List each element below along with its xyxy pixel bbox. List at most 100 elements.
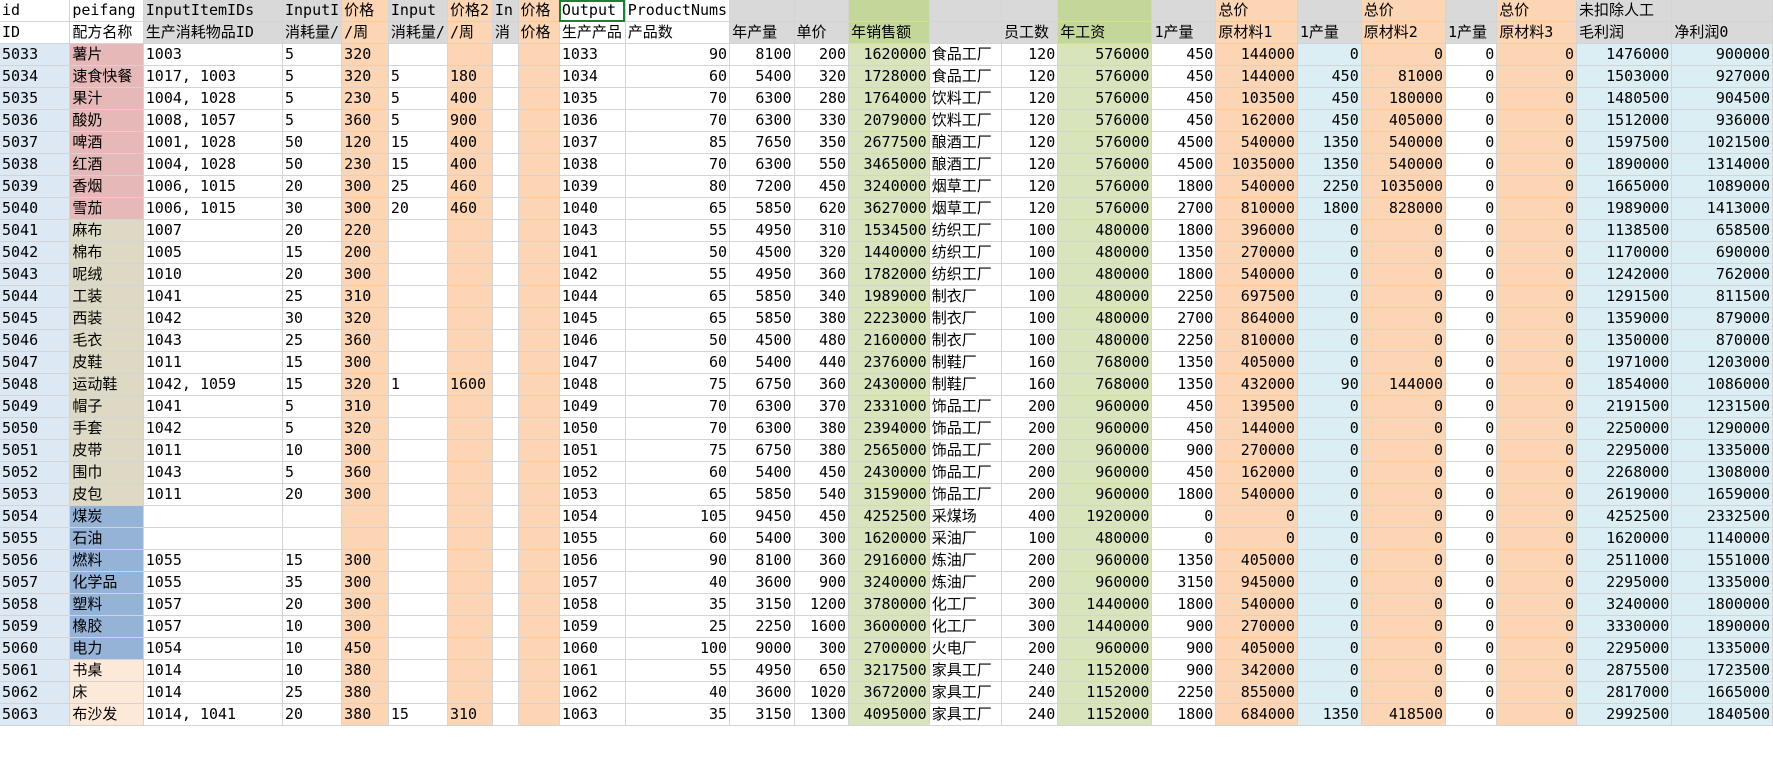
header-cell[interactable]: ID — [0, 21, 71, 44]
data-cell[interactable] — [447, 483, 493, 506]
data-cell[interactable]: 0 — [1361, 483, 1447, 506]
data-cell[interactable]: 480000 — [1057, 307, 1153, 330]
data-cell[interactable]: 540 — [794, 483, 850, 506]
data-cell[interactable]: 810000 — [1215, 329, 1298, 352]
data-cell[interactable]: 制衣厂 — [929, 329, 1002, 352]
data-cell[interactable] — [518, 131, 560, 154]
data-cell[interactable]: 2160000 — [848, 329, 930, 352]
data-cell[interactable]: 皮鞋 — [69, 351, 144, 374]
data-cell[interactable]: 2250 — [1151, 329, 1217, 352]
data-cell[interactable]: 50 — [282, 131, 343, 154]
data-cell[interactable]: 石油 — [69, 527, 144, 550]
data-cell[interactable]: 2700 — [1151, 307, 1217, 330]
data-cell[interactable]: 0 — [1496, 593, 1577, 616]
data-cell[interactable]: 900000 — [1671, 43, 1773, 66]
data-cell[interactable] — [492, 615, 519, 638]
data-cell[interactable]: 0 — [1361, 329, 1447, 352]
data-cell[interactable]: 4950 — [729, 659, 795, 682]
data-cell[interactable]: 速食快餐 — [69, 65, 144, 88]
data-cell[interactable] — [447, 615, 493, 638]
data-cell[interactable]: 1057 — [143, 593, 283, 616]
data-cell[interactable]: 144000 — [1215, 65, 1298, 88]
data-cell[interactable]: 0 — [1445, 615, 1498, 638]
data-cell[interactable] — [388, 615, 448, 638]
data-cell[interactable]: 1021500 — [1671, 131, 1773, 154]
data-cell[interactable]: 5052 — [0, 461, 71, 484]
data-cell[interactable]: 0 — [1361, 395, 1447, 418]
data-cell[interactable]: 5050 — [0, 417, 71, 440]
data-cell[interactable]: 1476000 — [1576, 43, 1673, 66]
data-cell[interactable]: 50 — [282, 153, 343, 176]
data-cell[interactable]: 0 — [1445, 87, 1498, 110]
data-cell[interactable]: 5048 — [0, 373, 71, 396]
data-cell[interactable]: 870000 — [1671, 329, 1773, 352]
data-cell[interactable]: 2430000 — [848, 461, 930, 484]
data-cell[interactable]: 450 — [1151, 109, 1217, 132]
data-cell[interactable]: 340 — [794, 285, 850, 308]
data-cell[interactable]: 690000 — [1671, 241, 1773, 264]
data-cell[interactable]: 0 — [1445, 65, 1498, 88]
data-cell[interactable]: 480000 — [1057, 241, 1153, 264]
data-cell[interactable]: 1042 — [559, 263, 626, 286]
data-cell[interactable]: 1335000 — [1671, 439, 1773, 462]
data-cell[interactable]: 1600 — [794, 615, 850, 638]
data-cell[interactable]: 1044 — [559, 285, 626, 308]
data-cell[interactable]: 1350 — [1297, 153, 1362, 176]
data-cell[interactable]: 55 — [625, 219, 731, 242]
data-cell[interactable]: 300 — [341, 571, 389, 594]
data-cell[interactable] — [388, 505, 448, 528]
data-cell[interactable]: 0 — [1297, 351, 1362, 374]
data-cell[interactable]: 90 — [1297, 373, 1362, 396]
data-cell[interactable]: 橡胶 — [69, 615, 144, 638]
data-cell[interactable]: 3217500 — [848, 659, 930, 682]
data-cell[interactable] — [492, 439, 519, 462]
data-cell[interactable]: 1291500 — [1576, 285, 1673, 308]
data-cell[interactable]: 1350 — [1151, 241, 1217, 264]
data-cell[interactable]: 120 — [1001, 43, 1059, 66]
data-cell[interactable]: 饮料工厂 — [929, 109, 1002, 132]
data-cell[interactable]: 饰品工厂 — [929, 417, 1002, 440]
data-cell[interactable]: 480000 — [1057, 527, 1153, 550]
header-cell[interactable]: ProductNums — [625, 0, 731, 22]
data-cell[interactable]: 540000 — [1215, 131, 1298, 154]
data-cell[interactable]: 1551000 — [1671, 549, 1773, 572]
data-cell[interactable] — [518, 329, 560, 352]
data-cell[interactable]: 1008, 1057 — [143, 109, 283, 132]
data-cell[interactable]: 380 — [341, 703, 389, 726]
data-cell[interactable] — [518, 197, 560, 220]
data-cell[interactable]: 300 — [341, 439, 389, 462]
data-cell[interactable] — [492, 197, 519, 220]
header-cell[interactable] — [1057, 0, 1153, 22]
data-cell[interactable] — [447, 461, 493, 484]
data-cell[interactable]: 450 — [1151, 461, 1217, 484]
data-cell[interactable] — [447, 263, 493, 286]
data-cell[interactable]: 576000 — [1057, 109, 1153, 132]
data-cell[interactable]: 1 — [388, 373, 448, 396]
data-cell[interactable] — [492, 681, 519, 704]
data-cell[interactable]: 1035000 — [1361, 175, 1447, 198]
data-cell[interactable]: 855000 — [1215, 681, 1298, 704]
data-cell[interactable]: 25 — [388, 175, 448, 198]
data-cell[interactable]: 1052 — [559, 461, 626, 484]
data-cell[interactable]: 55 — [625, 263, 731, 286]
data-cell[interactable] — [492, 285, 519, 308]
data-cell[interactable]: 576000 — [1057, 153, 1153, 176]
data-cell[interactable]: 5 — [282, 395, 343, 418]
data-cell[interactable]: 576000 — [1057, 43, 1153, 66]
data-cell[interactable]: 2250 — [729, 615, 795, 638]
data-cell[interactable]: 0 — [1151, 527, 1217, 550]
data-cell[interactable]: 手套 — [69, 417, 144, 440]
data-cell[interactable]: 5 — [282, 65, 343, 88]
data-cell[interactable]: 2376000 — [848, 351, 930, 374]
data-cell[interactable]: 20 — [282, 219, 343, 242]
data-cell[interactable]: 65 — [625, 307, 731, 330]
data-cell[interactable]: 床 — [69, 681, 144, 704]
data-cell[interactable]: 25 — [282, 329, 343, 352]
data-cell[interactable]: 70 — [625, 87, 731, 110]
data-cell[interactable]: 60 — [625, 65, 731, 88]
data-cell[interactable]: 900 — [1151, 439, 1217, 462]
header-cell[interactable]: 价格 — [518, 21, 560, 44]
data-cell[interactable]: 25 — [282, 681, 343, 704]
data-cell[interactable]: 300 — [341, 197, 389, 220]
data-cell[interactable]: 162000 — [1215, 461, 1298, 484]
